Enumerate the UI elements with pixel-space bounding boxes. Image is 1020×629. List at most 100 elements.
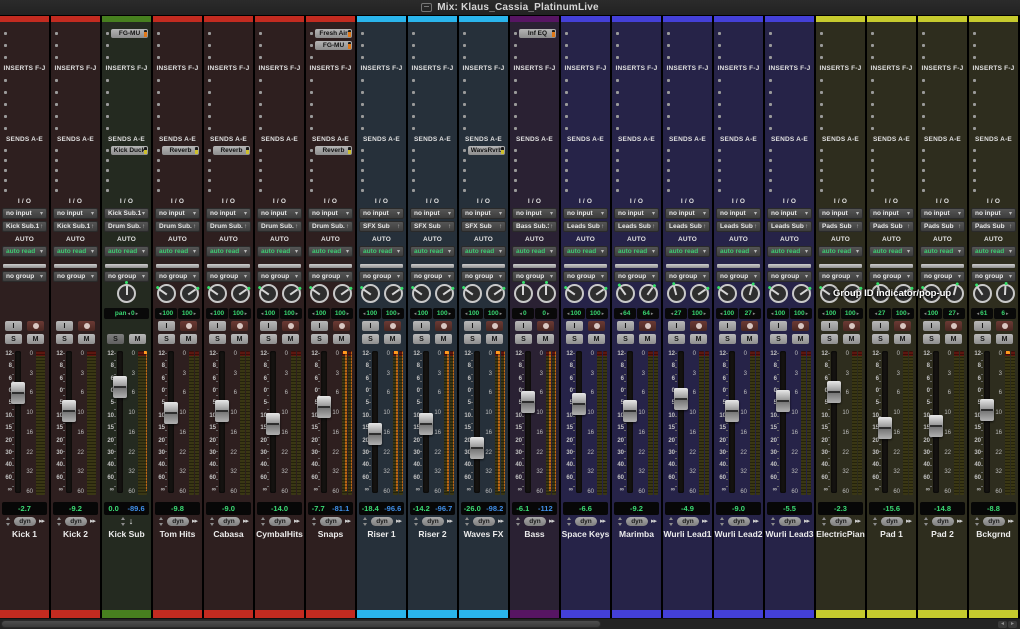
dyn-view-button[interactable]: dyn [626, 517, 648, 526]
fader-flip-icon[interactable]: ▸▸ [702, 517, 707, 525]
insert-slot[interactable] [51, 86, 100, 98]
input-selector[interactable]: no input▾ [359, 208, 404, 219]
solo-button[interactable]: S [719, 334, 736, 344]
clip-indicator[interactable] [144, 351, 148, 354]
group-selector[interactable]: no group▾ [767, 271, 812, 282]
insert-slot[interactable] [510, 51, 559, 63]
fader-track[interactable] [525, 351, 531, 493]
insert-slot[interactable] [102, 39, 151, 51]
track-name[interactable]: Bass [510, 527, 559, 540]
send-button[interactable]: WavsRvrb [468, 146, 505, 155]
insert-slot[interactable] [153, 98, 202, 110]
insert-slot[interactable] [612, 122, 661, 134]
insert-slot[interactable] [561, 27, 610, 39]
insert-slot[interactable] [969, 74, 1018, 86]
send-slot[interactable] [969, 165, 1018, 175]
input-selector[interactable]: no input▾ [716, 208, 761, 219]
send-slot[interactable] [816, 145, 865, 155]
send-slot[interactable] [561, 165, 610, 175]
mute-button[interactable]: M [231, 334, 248, 344]
insert-slot[interactable] [408, 98, 457, 110]
automation-mode-selector[interactable]: auto read▾ [155, 246, 200, 257]
insert-slot[interactable] [765, 39, 814, 51]
send-slot[interactable] [510, 165, 559, 175]
volume-display[interactable]: -9.2 [53, 502, 98, 515]
track-name[interactable]: Wurli Lead2 [714, 527, 763, 540]
solo-button[interactable]: S [311, 334, 328, 344]
track-name[interactable]: Kick 2 [51, 527, 100, 540]
automation-mode-selector[interactable]: auto read▾ [971, 246, 1016, 257]
input-selector[interactable]: no input▾ [2, 208, 47, 219]
dyn-view-button[interactable]: dyn [65, 517, 87, 526]
insert-slot[interactable] [816, 51, 865, 63]
send-slot[interactable]: Reverb [204, 145, 253, 155]
insert-slot[interactable] [765, 98, 814, 110]
solo-button[interactable]: S [209, 334, 226, 344]
pan-knob-right[interactable] [384, 284, 403, 303]
track-height-spinner[interactable] [464, 517, 470, 526]
insert-slot[interactable] [867, 74, 916, 86]
input-monitor-button[interactable]: I [362, 321, 379, 331]
fader-track[interactable] [627, 351, 633, 493]
send-slot[interactable] [51, 165, 100, 175]
fader-flip-icon[interactable]: ▸▸ [396, 517, 401, 525]
insert-slot[interactable] [867, 27, 916, 39]
input-monitor-button[interactable]: I [260, 321, 277, 331]
track-height-spinner[interactable] [515, 517, 521, 526]
send-slot[interactable] [408, 145, 457, 155]
automation-mode-selector[interactable]: auto read▾ [206, 246, 251, 257]
automation-mode-selector[interactable]: auto read▾ [716, 246, 761, 257]
send-slot[interactable] [714, 185, 763, 195]
mute-button[interactable]: M [894, 334, 911, 344]
pan-knob-left[interactable] [565, 284, 584, 303]
automation-mode-selector[interactable]: auto read▾ [53, 246, 98, 257]
solo-button[interactable]: S [617, 334, 634, 344]
group-selector[interactable]: no group▾ [971, 271, 1016, 282]
automation-mode-selector[interactable]: auto read▾ [818, 246, 863, 257]
track-name[interactable]: Space Keys [561, 527, 610, 540]
group-selector[interactable]: no group▾ [104, 271, 149, 282]
insert-slot[interactable] [765, 110, 814, 122]
pan-left-display[interactable]: ◂100 [716, 308, 738, 319]
mute-button[interactable]: M [129, 334, 146, 344]
send-slot[interactable] [408, 185, 457, 195]
dyn-view-button[interactable]: dyn [473, 517, 495, 526]
send-slot[interactable] [765, 155, 814, 165]
fader-flip-icon[interactable]: ▸▸ [345, 517, 350, 525]
pan-right-display[interactable]: 27▸ [739, 308, 761, 319]
down-arrow-icon[interactable]: ↓ [129, 516, 134, 526]
insert-slot[interactable] [510, 86, 559, 98]
insert-plugin-button[interactable]: Fresh Air [315, 29, 352, 38]
send-slot[interactable] [102, 165, 151, 175]
pan-left-display[interactable]: ◂100 [257, 308, 279, 319]
clip-indicator[interactable] [496, 351, 500, 354]
output-selector[interactable]: Pads Sub↑ [869, 221, 914, 232]
insert-slot[interactable] [969, 27, 1018, 39]
mute-button[interactable]: M [741, 334, 758, 344]
track-height-spinner[interactable] [821, 517, 827, 526]
track-height-spinner[interactable] [311, 517, 317, 526]
insert-slot[interactable] [612, 27, 661, 39]
send-slot[interactable] [969, 145, 1018, 155]
track-name[interactable]: CymbalHits [255, 527, 304, 540]
send-slot[interactable] [765, 165, 814, 175]
volume-display[interactable]: -4.9 [665, 502, 710, 515]
input-monitor-button[interactable]: I [56, 321, 73, 331]
fader-flip-icon[interactable]: ▸▸ [651, 517, 656, 525]
insert-slot[interactable] [561, 39, 610, 51]
send-slot[interactable] [867, 165, 916, 175]
volume-display[interactable]: -6.6 [563, 502, 608, 515]
insert-slot[interactable] [255, 98, 304, 110]
send-slot[interactable] [153, 155, 202, 165]
solo-button[interactable]: S [158, 334, 175, 344]
pan-right-display[interactable]: 100▸ [433, 308, 455, 319]
send-slot[interactable] [969, 175, 1018, 185]
insert-slot[interactable] [663, 74, 712, 86]
track-name[interactable]: Bckgrnd [969, 527, 1018, 540]
insert-slot[interactable] [51, 122, 100, 134]
insert-slot[interactable] [204, 110, 253, 122]
send-slot[interactable] [867, 185, 916, 195]
group-selector[interactable]: no group▾ [257, 271, 302, 282]
insert-slot[interactable] [306, 74, 355, 86]
track-height-spinner[interactable] [413, 517, 419, 526]
